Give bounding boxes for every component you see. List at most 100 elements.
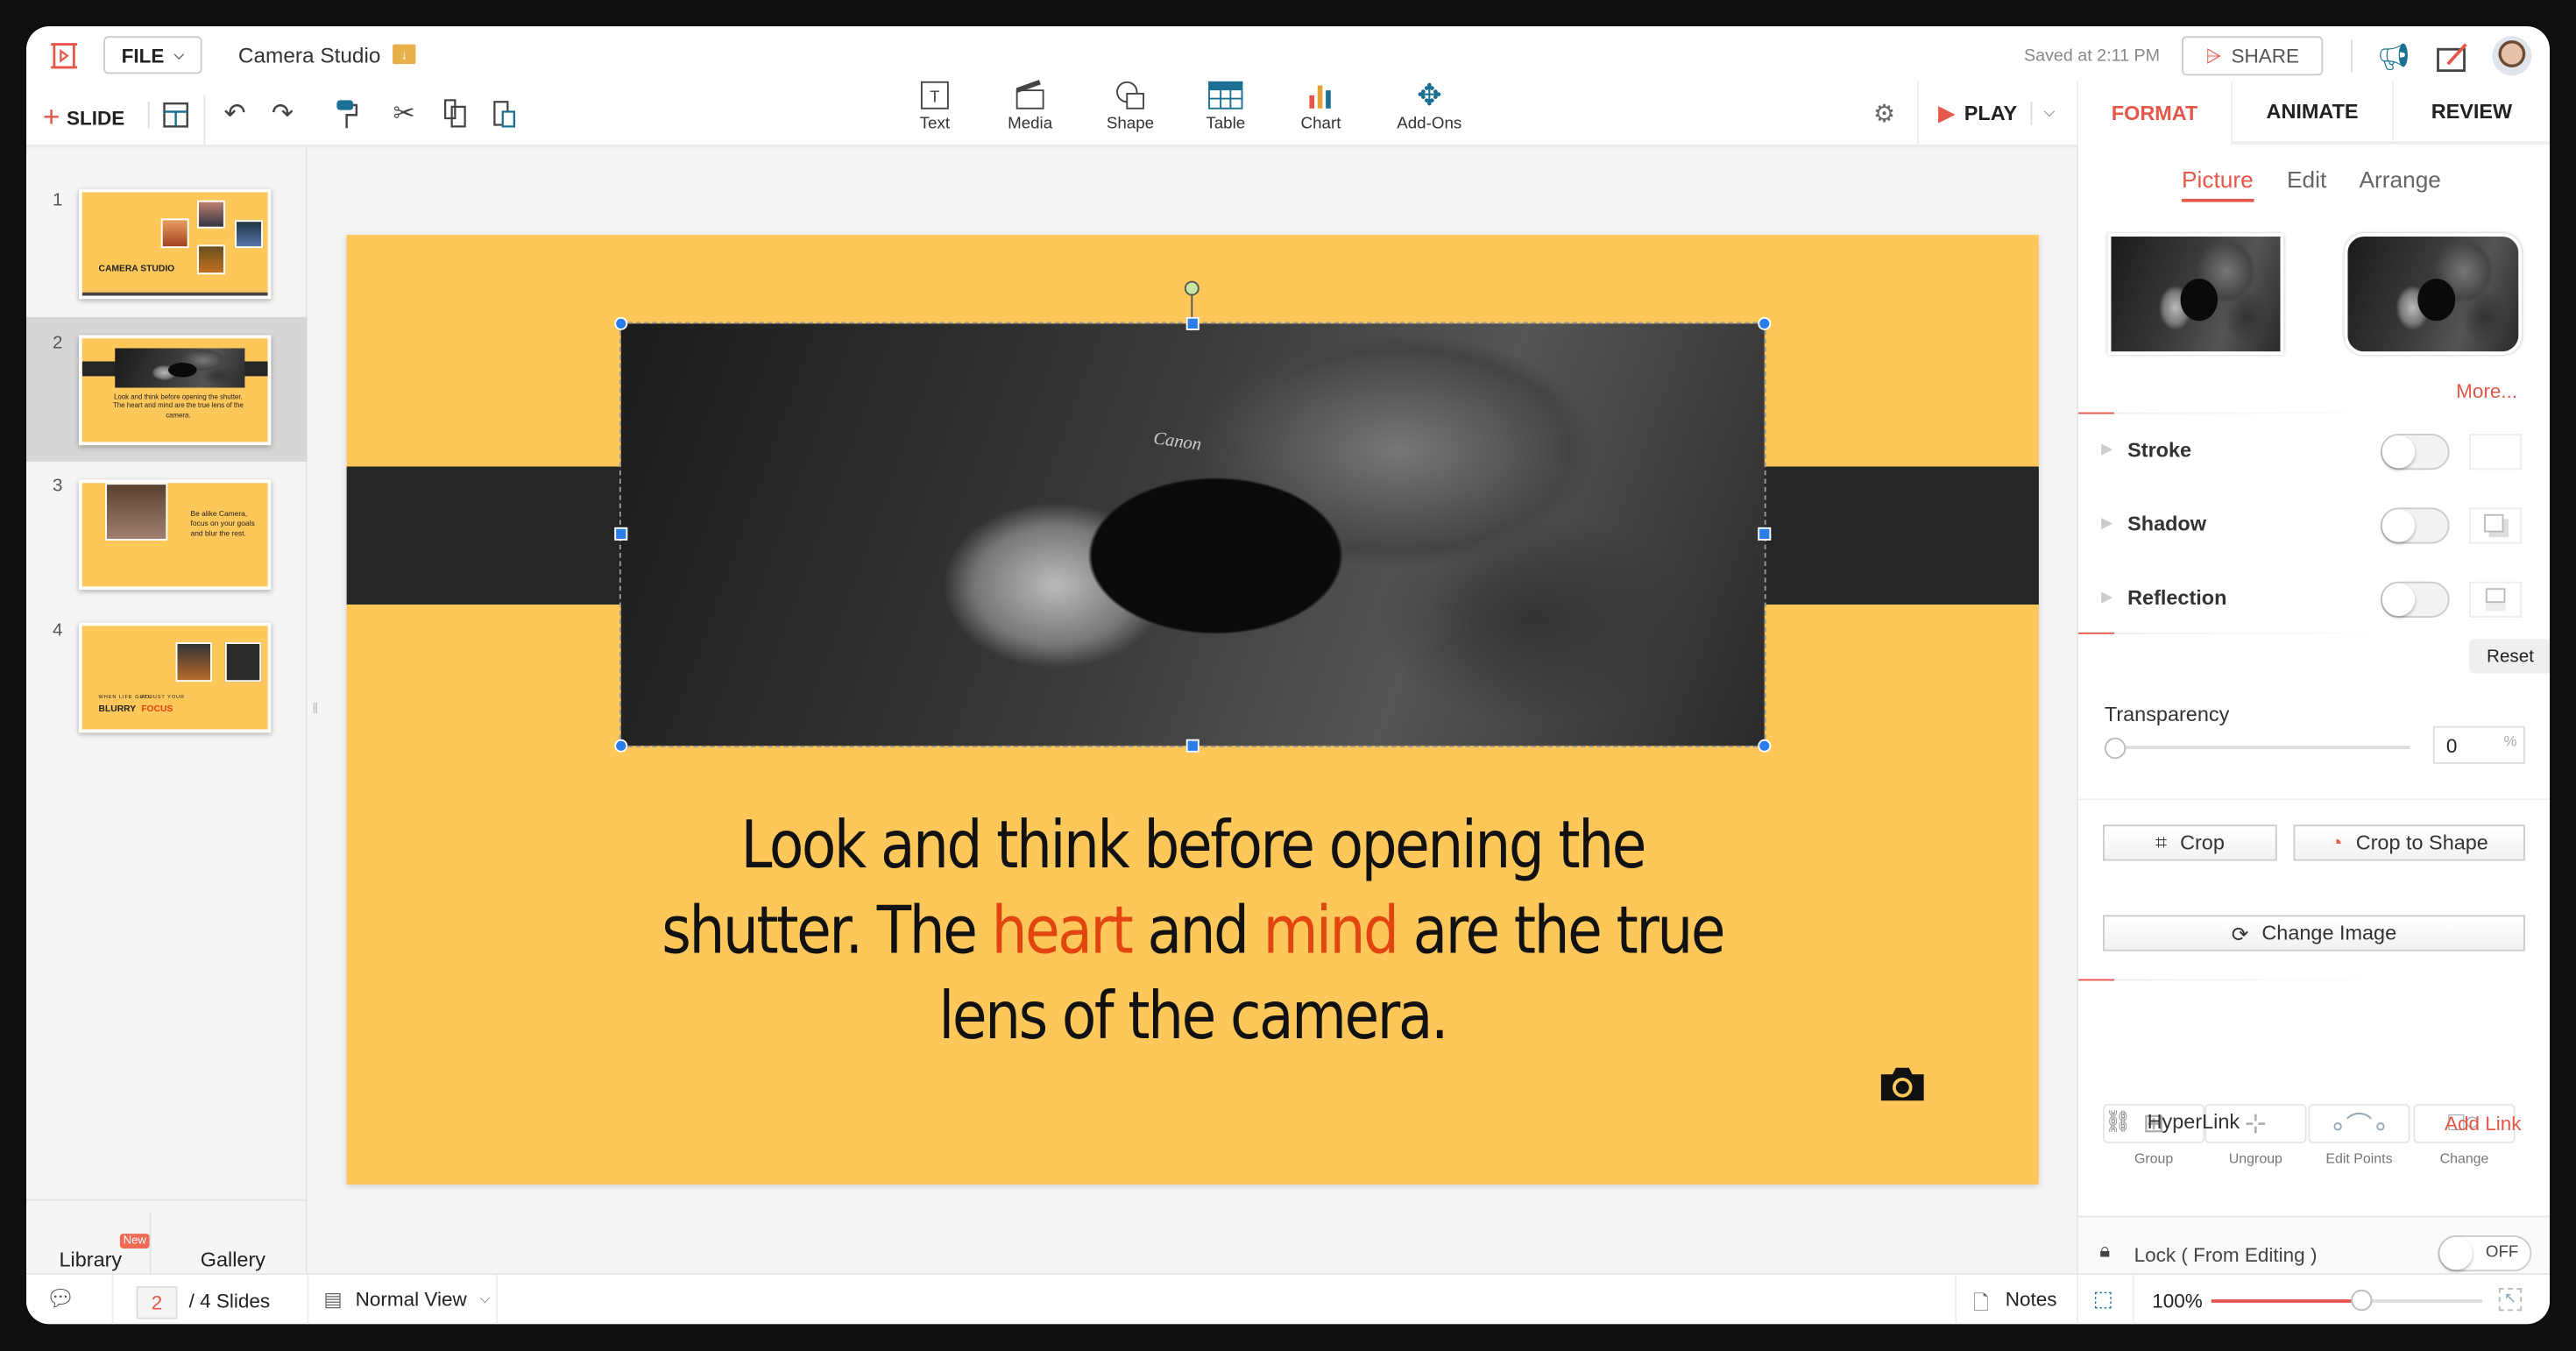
insert-text-button[interactable]: T Text [894, 75, 976, 133]
stroke-toggle[interactable] [2380, 434, 2450, 470]
paste-icon[interactable] [490, 99, 520, 129]
slide-thumbnail-2[interactable]: Look and think before opening the shutte… [79, 335, 272, 446]
redo-icon[interactable]: ↷ [268, 99, 298, 128]
insert-chart-button[interactable]: Chart [1280, 75, 1362, 133]
resize-handle-sw[interactable] [614, 739, 628, 753]
cut-icon[interactable]: ✂ [389, 99, 419, 128]
subtab-picture[interactable]: Picture [2182, 166, 2254, 202]
feedback-icon[interactable] [2435, 41, 2471, 74]
resize-handle-nw[interactable] [614, 316, 628, 330]
camera-icon [1878, 1065, 1927, 1104]
expand-stroke-icon[interactable]: ▶ [2101, 441, 2112, 459]
fullscreen-icon[interactable]: ↖ [2498, 1288, 2523, 1312]
insert-addons-button[interactable]: ✥ Add-Ons [1388, 75, 1470, 133]
stroke-color-picker[interactable] [2469, 434, 2523, 470]
slideshow-settings-icon[interactable]: ⚙ [1870, 99, 1900, 128]
notes-button[interactable]: 🗋 Notes [1973, 1288, 2057, 1322]
picture-style-rectangle[interactable] [2107, 233, 2284, 355]
transparency-slider-thumb[interactable] [2104, 737, 2127, 760]
thumb-quote: Look and think before opening the shutte… [112, 393, 244, 419]
selected-photo-camera[interactable]: Canon [619, 322, 1766, 748]
layout-icon[interactable] [161, 100, 191, 130]
thumb-photo [197, 244, 225, 275]
view-label: Normal View [355, 1288, 467, 1312]
divider [307, 1275, 309, 1325]
slide-thumbnail-1[interactable]: CAMERA STUDIO [79, 188, 272, 300]
tab-format[interactable]: FORMAT [2077, 81, 2232, 145]
share-button[interactable]: ⩥ SHARE [2182, 36, 2324, 76]
resize-handle-se[interactable] [1758, 739, 1772, 753]
add-link-button[interactable]: Add Link [2445, 1112, 2522, 1135]
resize-handle-s[interactable] [1185, 739, 1200, 753]
slide-canvas[interactable]: Canon Look and think before opening the … [346, 235, 2039, 1185]
current-slide-input[interactable]: 2 [136, 1286, 178, 1319]
announcement-icon[interactable]: 📢︎ [2375, 39, 2411, 75]
panel-resize-handle[interactable]: ‖ [312, 700, 318, 717]
divider [496, 1275, 499, 1325]
copy-icon[interactable] [441, 99, 471, 129]
transparency-slider[interactable] [2114, 746, 2410, 749]
resize-handle-e[interactable] [1758, 527, 1772, 541]
format-painter-icon[interactable] [334, 99, 360, 132]
folder-icon[interactable]: ↓ [393, 44, 416, 65]
subtab-arrange[interactable]: Arrange [2360, 166, 2441, 192]
view-mode-dropdown[interactable]: ▤ Normal View ⌵ [323, 1288, 490, 1311]
file-menu-button[interactable]: FILE ⌵ [103, 36, 202, 74]
shadow-style-picker[interactable] [2469, 507, 2523, 544]
zoom-slider-thumb[interactable] [2350, 1289, 2373, 1312]
edit-points-button[interactable]: ∘⌒∘ [2308, 1104, 2410, 1143]
zoom-slider[interactable] [2211, 1289, 2483, 1312]
change-image-button[interactable]: ⟳ Change Image [2103, 915, 2525, 951]
resize-handle-w[interactable] [614, 527, 628, 541]
shadow-toggle[interactable] [2380, 507, 2450, 544]
picture-style-scalloped[interactable] [2344, 233, 2523, 355]
tab-animate[interactable]: ANIMATE [2231, 81, 2392, 145]
play-button[interactable]: ▶ PLAY [1939, 100, 2018, 124]
tab-review[interactable]: REVIEW [2392, 81, 2550, 145]
resize-handle-n[interactable] [1185, 316, 1200, 330]
insert-shape-button[interactable]: Shape [1089, 75, 1171, 133]
fit-to-screen-icon[interactable]: ⬚ [2093, 1286, 2113, 1312]
share-label: SHARE [2231, 44, 2300, 67]
slide-quote[interactable]: Look and think before opening the shutte… [606, 803, 1779, 1060]
play-label: PLAY [1964, 101, 2018, 124]
resize-handle-ne[interactable] [1758, 316, 1772, 330]
slide-thumbnail-3[interactable]: Be alike Camera, focus on your goals and… [79, 479, 272, 591]
crop-to-shape-button[interactable]: ◔ Crop to Shape [2293, 824, 2525, 861]
transparency-input[interactable]: 0% [2432, 725, 2525, 764]
thumb-quote: Be alike Camera, focus on your goals and… [190, 509, 255, 537]
lock-toggle[interactable]: OFF [2438, 1235, 2532, 1272]
crop-button[interactable]: ⌗ Crop [2103, 824, 2277, 861]
quote-text: shutter. The [662, 894, 992, 970]
slide-thumbnail-4[interactable]: WHEN LIFE GETS BLURRY ADJUST YOUR FOCUS [79, 622, 272, 733]
document-title[interactable]: Camera Studio [238, 43, 381, 67]
shadow-label: Shadow [2127, 513, 2206, 536]
more-styles-link[interactable]: More... [2456, 379, 2517, 402]
gallery-tab[interactable]: Gallery [201, 1248, 265, 1271]
add-slide-button[interactable]: + SLIDE [43, 100, 124, 134]
quote-highlight-mind: mind [1263, 894, 1399, 970]
expand-shadow-icon[interactable]: ▶ [2101, 514, 2112, 533]
reflection-toggle[interactable] [2380, 581, 2450, 618]
comments-icon[interactable]: 💬︎ [46, 1284, 75, 1312]
thumb-text: BLURRY [98, 704, 137, 715]
puzzle-icon: ✥ [1417, 78, 1442, 111]
expand-reflection-icon[interactable]: ▶ [2101, 588, 2112, 606]
user-avatar[interactable] [2492, 36, 2532, 76]
insert-table-button[interactable]: Table [1185, 75, 1267, 133]
undo-icon[interactable]: ↶ [220, 99, 250, 128]
slide-count: / 4 Slides [188, 1289, 271, 1313]
reflection-style-picker[interactable] [2469, 581, 2523, 618]
ungroup-icon: ⊹ [2244, 1110, 2267, 1139]
divider [111, 1275, 114, 1325]
change-label: Change [2439, 1149, 2489, 1167]
play-options-chevron-icon[interactable]: ⌵ [2044, 103, 2056, 122]
lock-icon: 🔒︎ [2099, 1238, 2111, 1262]
crop-to-shape-label: Crop to Shape [2355, 831, 2488, 854]
library-tab[interactable]: Library [60, 1248, 123, 1271]
insert-media-button[interactable]: Media [989, 75, 1072, 133]
reset-button[interactable]: Reset [2469, 639, 2550, 674]
thumb-text: ADJUST YOUR [141, 693, 186, 700]
rotate-handle[interactable] [1184, 280, 1200, 296]
subtab-edit[interactable]: Edit [2287, 166, 2326, 192]
